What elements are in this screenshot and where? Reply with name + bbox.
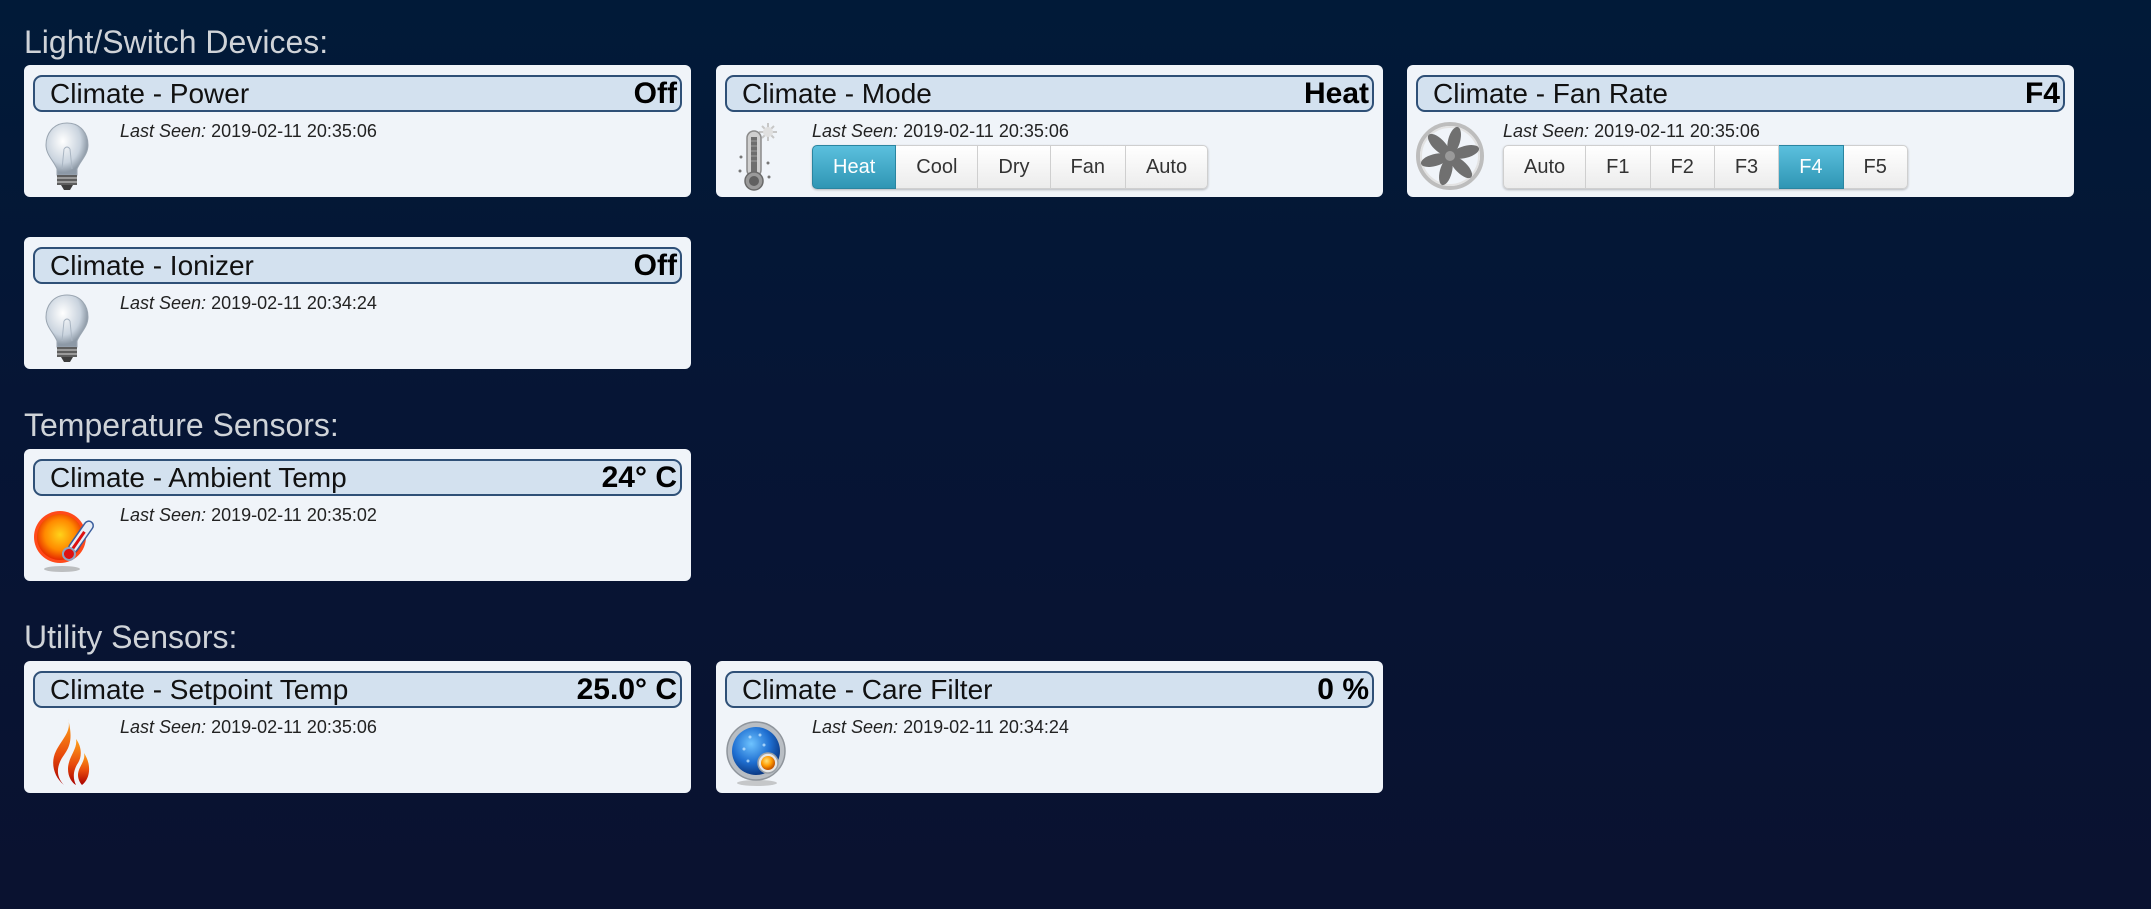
section-title-utility-sensors: Utility Sensors: bbox=[24, 619, 238, 655]
mode-button-group: Heat Cool Dry Fan Auto bbox=[812, 145, 1209, 189]
device-header[interactable]: Climate - Ambient Temp 24° C bbox=[33, 459, 682, 496]
light-bulb-icon[interactable] bbox=[32, 291, 102, 365]
device-card-climate-fan-rate: Climate - Fan Rate F4 Last Seen: 2019-02… bbox=[1407, 65, 2074, 197]
device-state: Heat bbox=[1303, 76, 1369, 110]
last-seen: Last Seen: 2019-02-11 20:35:06 bbox=[120, 717, 377, 738]
device-header[interactable]: Climate - Setpoint Temp 25.0° C bbox=[33, 671, 682, 708]
device-header[interactable]: Climate - Care Filter 0 % bbox=[725, 671, 1374, 708]
last-seen-value: 2019-02-11 20:34:24 bbox=[211, 293, 377, 313]
device-header[interactable]: Climate - Ionizer Off bbox=[33, 247, 682, 284]
fan-rate-button-f4[interactable]: F4 bbox=[1779, 145, 1844, 189]
last-seen: Last Seen: 2019-02-11 20:35:06 bbox=[120, 121, 377, 142]
device-state: 0 % bbox=[1317, 672, 1369, 706]
last-seen-label: Last Seen: bbox=[120, 505, 207, 525]
section-title-temperature-sensors: Temperature Sensors: bbox=[24, 407, 339, 443]
fan-rate-button-auto[interactable]: Auto bbox=[1503, 145, 1587, 189]
last-seen-value: 2019-02-11 20:35:06 bbox=[211, 121, 377, 141]
last-seen-value: 2019-02-11 20:35:02 bbox=[211, 505, 377, 525]
fan-rate-button-group: Auto F1 F2 F3 F4 F5 bbox=[1503, 145, 1908, 189]
device-card-climate-mode: Climate - Mode Heat Last Seen: 2019-02-1… bbox=[716, 65, 1383, 197]
last-seen-value: 2019-02-11 20:35:06 bbox=[211, 717, 377, 737]
last-seen-label: Last Seen: bbox=[812, 717, 899, 737]
light-bulb-icon[interactable] bbox=[32, 119, 102, 193]
last-seen-label: Last Seen: bbox=[812, 121, 899, 141]
last-seen: Last Seen: 2019-02-11 20:35:06 bbox=[812, 121, 1069, 142]
device-state: 25.0° C bbox=[576, 672, 677, 706]
mode-button-dry[interactable]: Dry bbox=[978, 145, 1051, 189]
device-card-climate-care-filter: Climate - Care Filter 0 % Last Seen: 201… bbox=[716, 661, 1383, 793]
device-header[interactable]: Climate - Fan Rate F4 bbox=[1416, 75, 2065, 112]
mode-button-heat[interactable]: Heat bbox=[812, 145, 897, 189]
device-header[interactable]: Climate - Mode Heat bbox=[725, 75, 1374, 112]
device-title: Climate - Care Filter bbox=[742, 673, 993, 705]
device-card-climate-ionizer: Climate - Ionizer Off Last Seen: 2019-02… bbox=[24, 237, 691, 369]
device-state: 24° C bbox=[601, 460, 677, 494]
last-seen-label: Last Seen: bbox=[120, 121, 207, 141]
last-seen-label: Last Seen: bbox=[120, 717, 207, 737]
last-seen: Last Seen: 2019-02-11 20:35:02 bbox=[120, 505, 377, 526]
fan-icon[interactable] bbox=[1415, 119, 1485, 193]
gauge-dial-icon[interactable] bbox=[724, 715, 794, 789]
last-seen: Last Seen: 2019-02-11 20:34:24 bbox=[120, 293, 377, 314]
device-title: Climate - Ambient Temp bbox=[50, 461, 347, 493]
last-seen-value: 2019-02-11 20:35:06 bbox=[1594, 121, 1760, 141]
last-seen-label: Last Seen: bbox=[1503, 121, 1590, 141]
fan-rate-button-f2[interactable]: F2 bbox=[1650, 145, 1715, 189]
fan-rate-button-f3[interactable]: F3 bbox=[1714, 145, 1780, 189]
mode-button-auto[interactable]: Auto bbox=[1125, 145, 1209, 189]
device-state: Off bbox=[633, 248, 677, 282]
device-card-climate-power: Climate - Power Off Last Seen: 2019-02-1… bbox=[24, 65, 691, 197]
device-title: Climate - Fan Rate bbox=[1433, 77, 1668, 109]
fan-rate-button-f1[interactable]: F1 bbox=[1586, 145, 1651, 189]
thermometer-sun-icon[interactable] bbox=[724, 119, 794, 193]
fan-rate-button-f5[interactable]: F5 bbox=[1843, 145, 1908, 189]
last-seen-value: 2019-02-11 20:34:24 bbox=[903, 717, 1069, 737]
device-card-climate-ambient-temp: Climate - Ambient Temp 24° C Last Seen: bbox=[24, 449, 691, 581]
device-title: Climate - Mode bbox=[742, 77, 932, 109]
last-seen-label: Last Seen: bbox=[120, 293, 207, 313]
device-card-climate-setpoint-temp: Climate - Setpoint Temp 25.0° C Last See… bbox=[24, 661, 691, 793]
device-title: Climate - Setpoint Temp bbox=[50, 673, 349, 705]
section-title-light-switch: Light/Switch Devices: bbox=[24, 24, 329, 60]
device-header[interactable]: Climate - Power Off bbox=[33, 75, 682, 112]
mode-button-cool[interactable]: Cool bbox=[896, 145, 979, 189]
last-seen: Last Seen: 2019-02-11 20:34:24 bbox=[812, 717, 1069, 738]
device-state: Off bbox=[633, 76, 677, 110]
device-title: Climate - Ionizer bbox=[50, 249, 254, 281]
last-seen-value: 2019-02-11 20:35:06 bbox=[903, 121, 1069, 141]
flame-icon[interactable] bbox=[32, 715, 102, 789]
device-state: F4 bbox=[2024, 76, 2060, 110]
mode-button-fan[interactable]: Fan bbox=[1050, 145, 1126, 189]
sun-thermometer-icon[interactable] bbox=[32, 503, 102, 577]
last-seen: Last Seen: 2019-02-11 20:35:06 bbox=[1503, 121, 1760, 142]
device-title: Climate - Power bbox=[50, 77, 250, 109]
